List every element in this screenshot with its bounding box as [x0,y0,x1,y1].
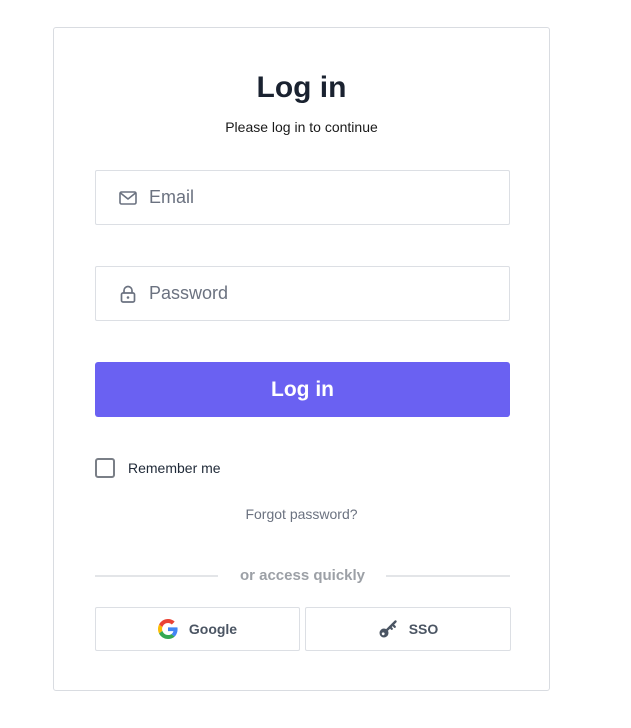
remember-me-checkbox[interactable] [95,458,115,478]
lock-icon [119,285,137,303]
google-login-button[interactable]: Google [95,607,300,651]
quick-access-divider: or access quickly [95,566,510,586]
page-subtitle: Please log in to continue [225,119,378,135]
email-field[interactable] [95,170,510,225]
remember-me[interactable]: Remember me [95,458,221,478]
sso-label: SSO [408,621,439,637]
password-field[interactable] [95,266,510,321]
login-card: Log in Please log in to continue Log in … [53,27,550,691]
email-input[interactable] [149,187,489,208]
envelope-icon [119,189,137,207]
google-icon [157,619,178,639]
google-label: Google [188,621,238,637]
sso-login-button[interactable]: SSO [305,607,511,651]
page-title: Log in [256,71,347,104]
forgot-password-link[interactable]: Forgot password? [54,506,549,522]
login-button[interactable]: Log in [95,362,510,417]
key-icon [378,619,398,639]
divider-line-right [386,575,510,577]
password-input[interactable] [149,283,489,304]
remember-me-label[interactable]: Remember me [128,460,221,476]
